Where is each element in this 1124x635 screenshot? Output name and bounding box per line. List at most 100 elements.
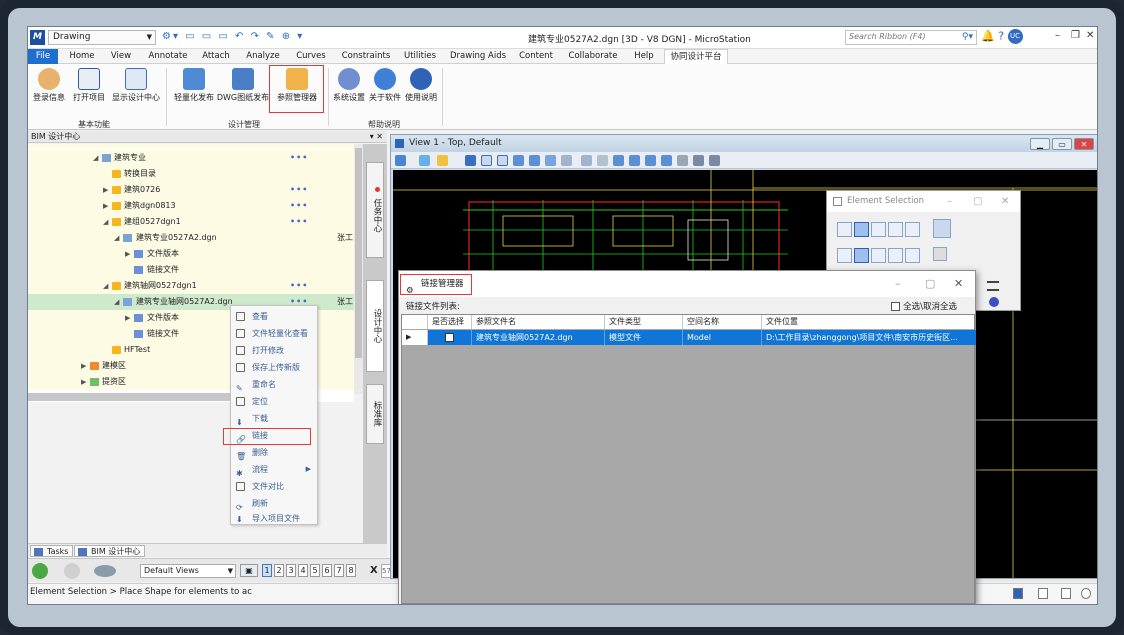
view-button-1[interactable]: 1: [262, 564, 272, 577]
tab-tasks[interactable]: Tasks: [30, 545, 74, 557]
fit-view-icon[interactable]: [529, 155, 540, 166]
tree-row[interactable]: 转换目录: [28, 166, 354, 182]
tab-standard-library[interactable]: 标准库: [366, 384, 384, 444]
walk-icon[interactable]: [581, 155, 592, 166]
display-style-icon[interactable]: [419, 155, 430, 166]
zoom-out-icon[interactable]: [497, 155, 508, 166]
tree-row[interactable]: ◢ 建筑专业0527A2.dgn 张工: [28, 230, 354, 246]
menu-item-locate[interactable]: 定位: [231, 393, 319, 410]
expanded-arrow-icon[interactable]: ◢: [93, 150, 98, 166]
more-dots-icon[interactable]: •••: [290, 214, 308, 230]
microstation-logo-icon[interactable]: M: [30, 30, 45, 45]
menu-item-refresh[interactable]: ⟳ 刷新: [231, 495, 319, 512]
tab-file[interactable]: File: [28, 49, 58, 64]
tab-bim-center[interactable]: BIM 设计中心: [74, 545, 146, 557]
quick-access-toolbar[interactable]: ⚙▾ ▭ ▭ ▭ ↶ ↷ ✎ ⊕ ▾: [162, 31, 304, 42]
scroll-thumb[interactable]: [355, 148, 362, 358]
col-ref-filename[interactable]: 参照文件名: [472, 315, 605, 329]
forward-arrow-icon[interactable]: [64, 563, 80, 579]
tree-row[interactable]: ▶ 建筑0726 •••: [28, 182, 354, 198]
dwg-publish-button[interactable]: DWG图纸发布: [216, 68, 270, 103]
menu-item-open-edit[interactable]: 打开修改: [231, 342, 319, 359]
show-design-center-button[interactable]: 显示设计中心: [108, 68, 164, 103]
restore-icon[interactable]: ❐: [1071, 30, 1080, 41]
select-all-toggle[interactable]: 全选\取消全选: [891, 300, 957, 312]
col-file-type[interactable]: 文件类型: [605, 315, 683, 329]
tray-document-icon[interactable]: [1013, 588, 1023, 599]
tree-row[interactable]: ▶ 建筑dgn0813 •••: [28, 198, 354, 214]
tab-attach[interactable]: Attach: [198, 49, 234, 64]
expanded-arrow-icon[interactable]: ◢: [103, 278, 108, 294]
table-row[interactable]: 建筑专业轴网0527A2.dgn 模型文件 Model D:\工作目录\zhan…: [428, 330, 976, 345]
system-settings-button[interactable]: 系统设置: [330, 68, 368, 103]
view-groups-icon[interactable]: ▣: [240, 564, 258, 577]
minimize-icon[interactable]: –: [947, 191, 952, 212]
view-extra-icon[interactable]: [709, 155, 720, 166]
globe-icon[interactable]: [989, 297, 999, 307]
tray-grid-icon[interactable]: [1038, 588, 1048, 599]
tray-globe-icon[interactable]: [1081, 588, 1091, 599]
block-select-icon[interactable]: [854, 222, 869, 237]
more-dots-icon[interactable]: •••: [290, 182, 308, 198]
user-guide-button[interactable]: 使用说明: [402, 68, 440, 103]
circle-select-icon[interactable]: [888, 222, 903, 237]
previous-view-icon[interactable]: [597, 155, 608, 166]
tray-page-icon[interactable]: [1061, 588, 1071, 599]
select-all-icon[interactable]: [933, 247, 947, 261]
tree-row[interactable]: ◢ 建组0527dgn1 •••: [28, 214, 354, 230]
tab-design-center[interactable]: 设计中心: [366, 280, 384, 372]
col-selected[interactable]: 是否选择: [428, 315, 472, 329]
view-toggle-icon[interactable]: [645, 155, 656, 166]
view-button-8[interactable]: 8: [346, 564, 356, 577]
tab-constraints[interactable]: Constraints: [338, 49, 394, 64]
shape-select-icon[interactable]: [871, 222, 886, 237]
panel-pin-close-icon[interactable]: ▾ ✕: [370, 131, 383, 143]
tree-vertical-scrollbar[interactable]: [354, 144, 363, 394]
close-icon[interactable]: ✕: [954, 271, 963, 297]
tree-row[interactable]: ◢ 建筑专业 •••: [28, 150, 354, 166]
maximize-icon[interactable]: ▢: [925, 271, 935, 297]
menu-item-workflow[interactable]: ✱ 流程 ▶: [231, 461, 319, 478]
menu-item-delete[interactable]: 🗑 删除: [231, 444, 319, 461]
minimize-icon[interactable]: ▁: [1030, 138, 1050, 150]
login-info-button[interactable]: 登录信息: [30, 68, 68, 103]
bell-icon[interactable]: 🔔: [981, 30, 995, 43]
tab-drawing-aids[interactable]: Drawing Aids: [448, 49, 508, 64]
menu-item-view[interactable]: 查看: [231, 308, 319, 325]
tab-analyze[interactable]: Analyze: [242, 49, 284, 64]
line-select-icon[interactable]: [905, 222, 920, 237]
tree-row[interactable]: ◢ 建筑轴网0527dgn1 •••: [28, 278, 354, 294]
tree-row[interactable]: 链接文件: [28, 262, 354, 278]
view-button-2[interactable]: 2: [274, 564, 284, 577]
more-dots-icon[interactable]: •••: [290, 278, 308, 294]
collapsed-arrow-icon[interactable]: ▶: [103, 198, 108, 214]
view-button-3[interactable]: 3: [286, 564, 296, 577]
collapsed-arrow-icon[interactable]: ▶: [125, 246, 130, 262]
update-view-icon[interactable]: [465, 155, 476, 166]
tab-curves[interactable]: Curves: [292, 49, 330, 64]
tree-horizontal-scrollbar[interactable]: [28, 393, 244, 401]
select-arrow-icon[interactable]: [837, 248, 852, 263]
add-mode-icon[interactable]: [854, 248, 869, 263]
pan-view-icon[interactable]: [561, 155, 572, 166]
rotate-view-icon[interactable]: [545, 155, 556, 166]
more-dots-icon[interactable]: •••: [290, 198, 308, 214]
next-view-icon[interactable]: [613, 155, 624, 166]
close-icon[interactable]: ✕: [1086, 30, 1094, 41]
window-area-icon[interactable]: [513, 155, 524, 166]
close-icon[interactable]: ✕: [1074, 138, 1094, 150]
menu-lines-icon[interactable]: [987, 281, 999, 291]
view-button-4[interactable]: 4: [298, 564, 308, 577]
tab-collaborate[interactable]: Collaborate: [564, 49, 622, 64]
copy-view-icon[interactable]: [629, 155, 640, 166]
tab-view[interactable]: View: [106, 49, 136, 64]
subtract-mode-icon[interactable]: [871, 248, 886, 263]
search-ribbon-input[interactable]: Search Ribbon (F4) ⚲▾: [845, 30, 977, 45]
minimize-icon[interactable]: –: [1055, 30, 1060, 41]
clip-volume-icon[interactable]: [661, 155, 672, 166]
view-button-7[interactable]: 7: [334, 564, 344, 577]
menu-item-rename[interactable]: ✎ 重命名: [231, 376, 319, 393]
expanded-arrow-icon[interactable]: ◢: [114, 294, 119, 310]
collapsed-arrow-icon[interactable]: ▶: [81, 358, 86, 374]
col-file-location[interactable]: 文件位置: [762, 315, 976, 329]
